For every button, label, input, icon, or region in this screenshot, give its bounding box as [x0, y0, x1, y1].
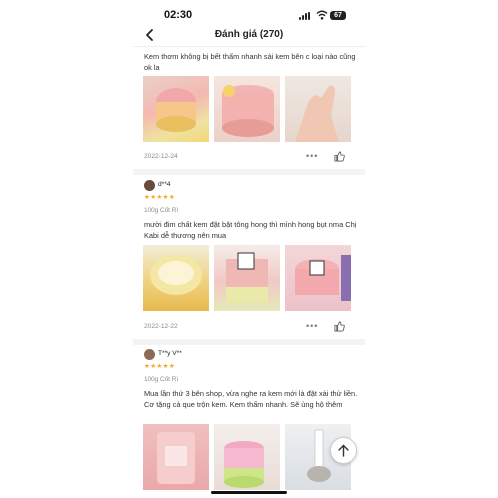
status-bar: 02:30 67: [133, 0, 365, 28]
status-time: 02:30: [164, 9, 193, 21]
review-date: 2022-12-24: [144, 153, 178, 160]
product-variant: 100g Cốt Rì: [144, 207, 179, 214]
product-variant: 100g Cốt Rì: [144, 376, 179, 383]
battery-icon: 67: [330, 11, 346, 20]
review-photo[interactable]: [143, 424, 209, 490]
wifi-icon: [316, 10, 328, 20]
nav-bar: Đánh giá (270): [133, 26, 365, 47]
username: T**y V**: [158, 350, 182, 357]
more-options-icon[interactable]: •••: [306, 321, 318, 331]
divider: [133, 339, 365, 345]
review-photo[interactable]: [143, 245, 209, 311]
avatar[interactable]: [144, 349, 155, 360]
scroll-to-top-button[interactable]: [330, 437, 357, 464]
review-photo[interactable]: [214, 76, 280, 142]
review-photo[interactable]: [285, 76, 351, 142]
star-rating: ★★★★★: [144, 363, 176, 370]
phone-screen: 02:30 67 Đánh giá (270) Kem thơm không b…: [133, 0, 365, 498]
review-text: Mua lần thứ 3 bên shop, vừa nghe ra kem …: [144, 389, 358, 409]
thumbs-up-icon[interactable]: [334, 321, 345, 332]
avatar[interactable]: [144, 180, 155, 191]
review-photo[interactable]: [285, 245, 351, 311]
review-text: Kem thơm không bị bết thấm nhanh sài kem…: [144, 52, 356, 72]
review-text: mười đim chất kem đặt bặt tông hong thì …: [144, 220, 357, 240]
more-options-icon[interactable]: •••: [306, 151, 318, 161]
arrow-up-icon: [338, 444, 349, 457]
page-title: Đánh giá (270): [214, 29, 284, 40]
review-date: 2022-12-22: [144, 323, 178, 330]
review-photo[interactable]: [214, 424, 280, 490]
home-indicator[interactable]: [211, 491, 287, 494]
star-rating: ★★★★★: [144, 194, 176, 201]
username: d**4: [158, 181, 171, 188]
review-photo[interactable]: [143, 76, 209, 142]
divider: [133, 169, 365, 175]
thumbs-up-icon[interactable]: [334, 151, 345, 162]
signal-icon: [299, 12, 313, 20]
review-photo[interactable]: [214, 245, 280, 311]
